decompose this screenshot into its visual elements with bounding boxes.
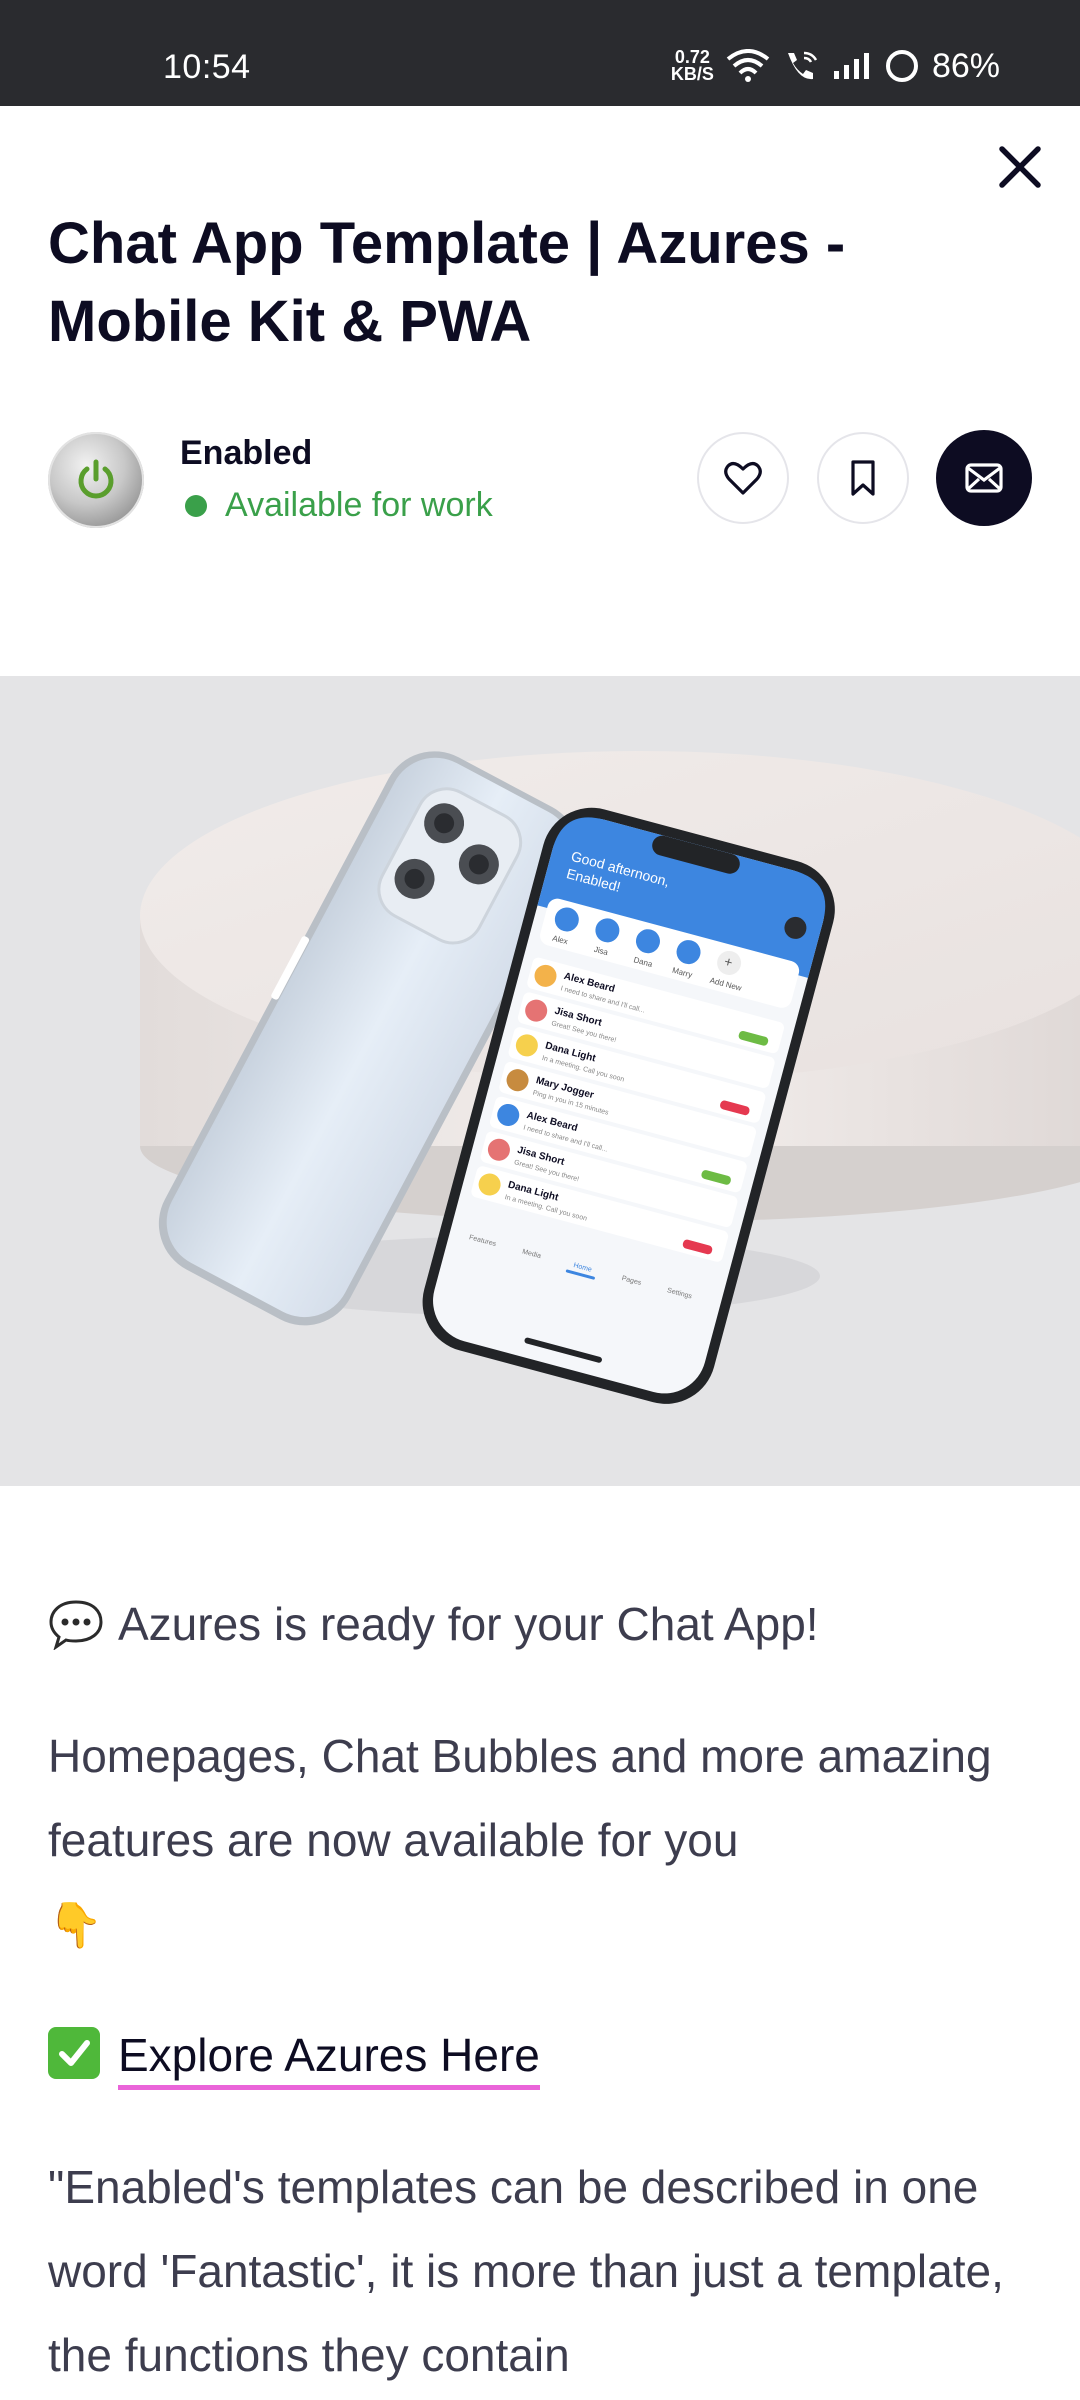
description-features: Homepages, Chat Bubbles and more amazing…	[48, 1714, 1032, 1968]
phone-mockup-illustration: Good afternoon, Enabled! Alex Jisa Dana …	[140, 751, 1080, 1404]
close-button[interactable]	[996, 143, 1044, 191]
description-headline: Azures is ready for your Chat App!	[48, 1582, 1032, 1666]
pointing-down-icon: 👇	[48, 1901, 103, 1950]
testimonial-text: "Enabled's templates can be described in…	[48, 2161, 1004, 2381]
check-mark-icon	[48, 2027, 100, 2079]
shot-image[interactable]: Good afternoon, Enabled! Alex Jisa Dana …	[0, 676, 1080, 1486]
speech-bubble-icon	[49, 1600, 103, 1650]
like-button[interactable]	[697, 432, 789, 524]
wifi-call-icon	[787, 51, 818, 80]
network-speed: 0.72 KB/S	[670, 47, 714, 84]
close-icon	[999, 146, 1041, 188]
explore-azures-link[interactable]: Explore Azures Here	[118, 2029, 540, 2090]
bookmark-icon	[851, 460, 875, 496]
author-name[interactable]: Enabled	[180, 434, 312, 473]
shot-title: Chat App Template | Azures - Mobile Kit …	[48, 211, 846, 354]
save-button[interactable]	[817, 432, 909, 524]
signal-icon	[833, 53, 869, 79]
contact-button[interactable]	[936, 430, 1032, 526]
status-icons: 0.72 KB/S 86%	[671, 46, 1000, 86]
explore-link-row: Explore Azures Here	[48, 2013, 1032, 2097]
battery-percent: 86%	[931, 46, 1000, 85]
status-bar: 10:54 0.72 KB/S 86%	[0, 0, 1080, 106]
availability-dot	[185, 494, 207, 517]
mail-icon	[965, 463, 1003, 493]
wifi-icon	[726, 49, 770, 82]
availability-label: Available for work	[225, 486, 493, 524]
status-time: 10:54	[163, 48, 251, 86]
availability-status: Available for work	[185, 486, 493, 525]
author-avatar[interactable]	[48, 432, 144, 528]
power-icon	[78, 459, 114, 499]
battery-ring-icon	[885, 50, 918, 82]
heart-icon	[724, 462, 762, 495]
